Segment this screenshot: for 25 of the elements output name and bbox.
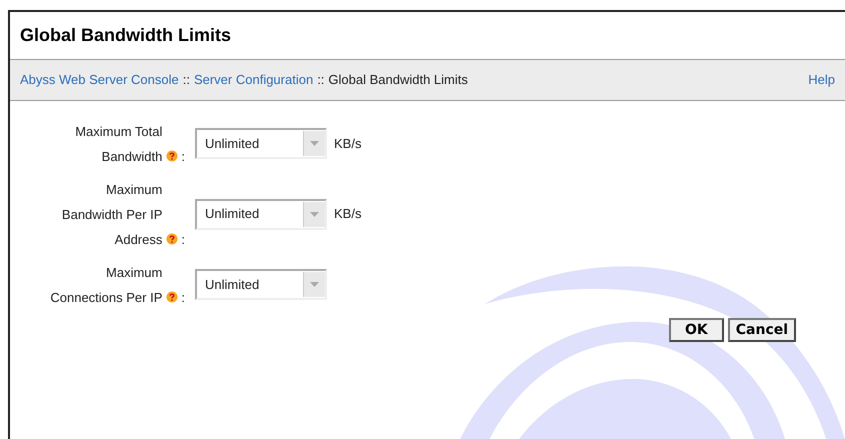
breadcrumb-current: Global Bandwidth Limits (328, 72, 468, 87)
breadcrumb-link[interactable]: Server Configuration (194, 72, 314, 87)
field-label: Maximum Connections Per IP (49, 264, 162, 306)
label-colon: : (181, 288, 185, 306)
dropdown-field[interactable]: Unlimited (195, 269, 327, 300)
label-colon: : (181, 230, 185, 248)
caret-icon (310, 282, 319, 287)
breadcrumb-separator: :: (317, 72, 324, 87)
unit-label: KB/s (334, 205, 362, 224)
help-icon[interactable] (166, 290, 178, 302)
dropdown-field[interactable]: Unlimited (195, 128, 327, 159)
field-label: Maximum Bandwidth Per IP Address (60, 180, 162, 248)
breadcrumb-link[interactable]: Abyss Web Server Console (20, 72, 179, 87)
dropdown-field[interactable]: Unlimited (195, 198, 327, 230)
breadcrumb-separator: :: (182, 72, 190, 87)
help-icon[interactable] (166, 150, 178, 162)
cancel-button[interactable]: Cancel (728, 318, 796, 342)
label-colon: : (181, 148, 185, 166)
caret-icon (310, 141, 319, 146)
field-label: Maximum Total Bandwidth (74, 122, 162, 166)
help-icon[interactable] (166, 232, 178, 244)
caret-icon (310, 212, 319, 216)
ok-button[interactable]: OK (669, 318, 724, 342)
help-link[interactable]: Help (808, 70, 835, 90)
unit-label: KB/s (334, 134, 362, 153)
